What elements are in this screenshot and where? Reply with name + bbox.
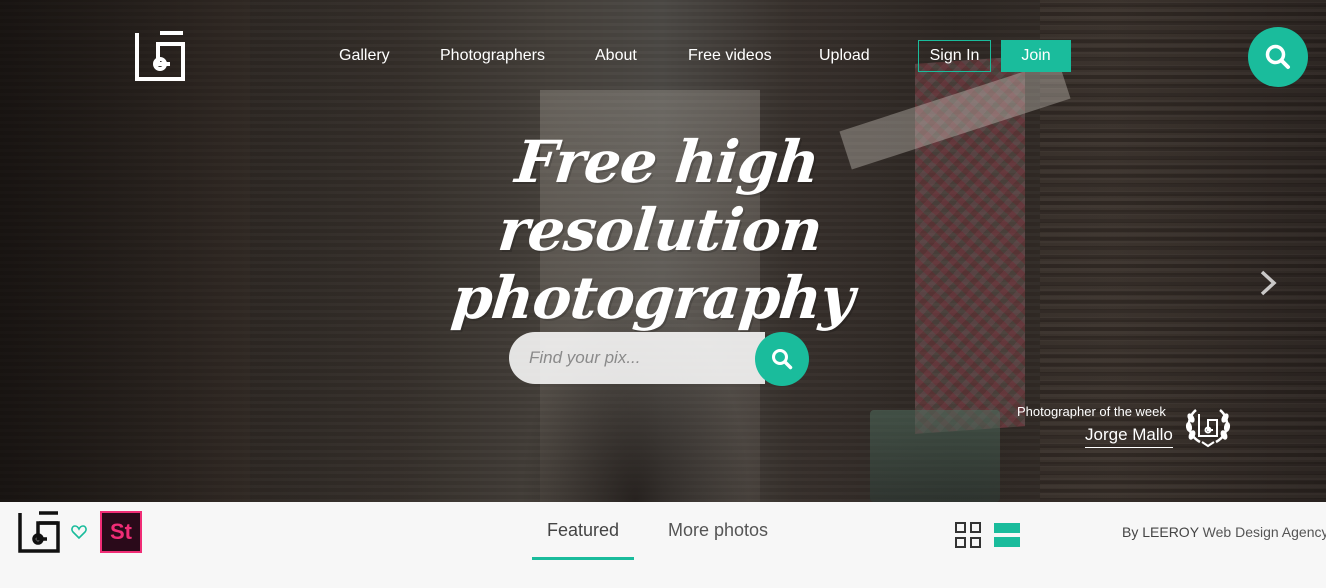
join-button[interactable]: Join — [1001, 40, 1071, 72]
heart-icon[interactable] — [71, 524, 87, 540]
hero-banner: Gallery Photographers About Free videos … — [0, 0, 1326, 502]
gallery-toolbar: St Featured More photos By LEEROY Web De… — [0, 502, 1326, 588]
search-button[interactable] — [1248, 27, 1308, 87]
hero-headline: Free high resolution photography — [369, 128, 950, 332]
tab-featured[interactable]: Featured — [547, 520, 619, 541]
lifeofpix-logo-icon[interactable] — [18, 511, 60, 553]
hero-photo-left-building — [0, 0, 250, 502]
nav-about[interactable]: About — [595, 47, 637, 65]
tab-more-photos[interactable]: More photos — [668, 520, 768, 541]
photo-search-submit[interactable] — [755, 332, 809, 386]
credit-prefix: By LEEROY — [1122, 524, 1199, 540]
search-icon — [1265, 44, 1290, 69]
nav-photographers[interactable]: Photographers — [440, 47, 545, 65]
tab-active-indicator — [532, 557, 634, 560]
list-view-icon[interactable] — [994, 522, 1020, 548]
adobe-stock-badge[interactable]: St — [100, 511, 142, 553]
chevron-right-icon[interactable] — [1256, 268, 1280, 298]
laurel-badge-icon — [1185, 409, 1231, 448]
photographer-of-week-label: Photographer of the week — [1017, 404, 1166, 419]
hero-photo-bins — [870, 410, 1000, 502]
grid-view-icon[interactable] — [955, 522, 981, 548]
photo-search-input[interactable] — [509, 332, 765, 384]
hero-headline-line2: photography — [448, 264, 857, 332]
search-icon — [772, 349, 793, 370]
sign-in-button[interactable]: Sign In — [918, 40, 991, 72]
photographer-of-week-name[interactable]: Jorge Mallo — [1085, 425, 1173, 448]
hero-headline-line1: Free high resolution — [495, 128, 825, 264]
lifeofpix-logo-icon[interactable] — [134, 30, 186, 82]
agency-credit[interactable]: By LEEROY Web Design Agency — [1122, 524, 1326, 540]
credit-agency: Web Design Agency — [1202, 524, 1326, 540]
nav-gallery[interactable]: Gallery — [339, 47, 390, 65]
nav-free-videos[interactable]: Free videos — [688, 47, 772, 65]
nav-upload[interactable]: Upload — [819, 47, 870, 65]
